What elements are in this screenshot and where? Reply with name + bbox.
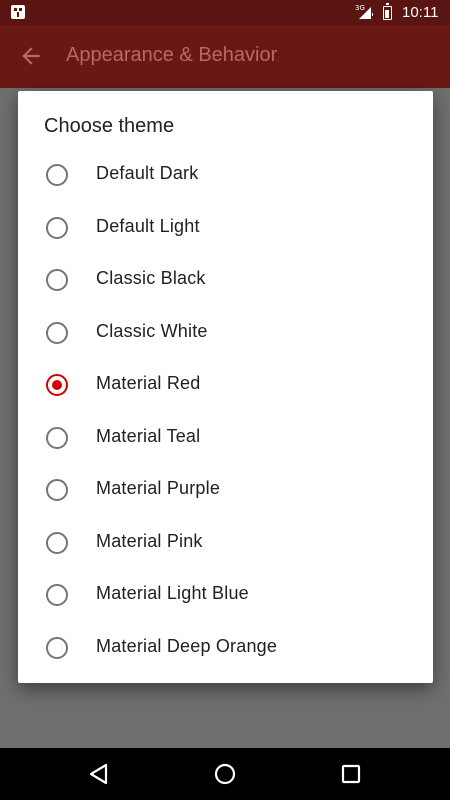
theme-option-material-purple[interactable]: Material Purple [18,464,433,516]
notification-icon [11,5,25,19]
radio-button[interactable] [46,321,68,344]
theme-option-default-dark[interactable]: Default Dark [18,149,433,201]
signal-icon: 3G [353,4,373,20]
option-label: Default Light [96,215,200,236]
option-label: Material Red [96,373,201,393]
recents-square-icon[interactable] [337,760,365,788]
option-label: Material Purple [96,478,221,498]
option-label: Classic Black [96,268,206,288]
theme-option-default-light[interactable]: Default Light [18,202,433,254]
theme-option-classic-white[interactable]: Classic White [18,307,433,359]
radio-button[interactable] [46,636,68,659]
dialog-title: Choose theme [44,115,175,137]
theme-option-material-light-blue[interactable]: Material Light Blue [18,569,433,621]
option-label: Material Deep Orange [96,635,278,656]
arrow-back-icon[interactable] [18,43,44,69]
radio-button[interactable] [46,269,68,291]
status-bar: 3G 10:11 [0,0,450,25]
theme-option-material-teal[interactable]: Material Teal [18,412,433,464]
back-triangle-icon[interactable] [85,760,113,788]
theme-option-material-deep-orange[interactable]: Material Deep Orange [18,622,433,674]
radio-button-selected[interactable] [46,374,68,396]
theme-option-classic-black[interactable]: Classic Black [18,254,433,306]
choose-theme-dialog: Choose theme Default Dark Default Light … [18,91,433,683]
radio-button[interactable] [46,164,68,186]
option-label: Material Light Blue [96,583,249,603]
home-circle-icon[interactable] [211,760,239,788]
radio-button[interactable] [46,584,68,606]
app-bar: Appearance & Behavior [0,25,450,88]
theme-option-material-pink[interactable]: Material Pink [18,517,433,569]
radio-button[interactable] [46,216,68,239]
status-time: 10:11 [402,4,439,21]
option-label: Material Pink [96,530,203,551]
theme-option-material-red[interactable]: Material Red [18,359,433,411]
battery-icon [383,3,392,20]
page-title: Appearance & Behavior [66,44,278,66]
radio-button[interactable] [46,426,68,449]
radio-button[interactable] [46,479,68,501]
option-label: Classic White [96,320,208,341]
radio-button[interactable] [46,531,68,554]
option-label: Default Dark [96,163,199,183]
option-label: Material Teal [96,425,201,446]
system-nav-bar [0,748,450,800]
